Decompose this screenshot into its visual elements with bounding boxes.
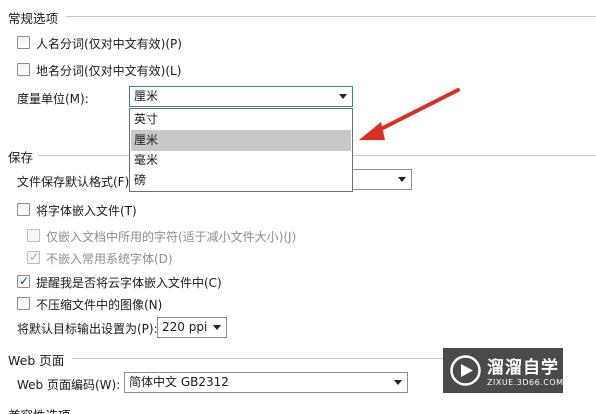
section-divider: [66, 16, 596, 17]
no-compress-images-checkbox[interactable]: [17, 297, 30, 310]
dropdown-option-mm[interactable]: 毫米: [131, 150, 351, 171]
only-used-chars-checkbox[interactable]: [27, 229, 40, 242]
web-encoding-value: 简体中文 GB2312: [129, 375, 229, 389]
person-name-checkbox[interactable]: [17, 36, 30, 49]
unit-select-value: 厘米: [134, 89, 159, 103]
place-name-label[interactable]: 地名分词(仅对中文有效)(L): [36, 62, 181, 79]
remind-cloud-fonts-checkbox[interactable]: ✓: [17, 274, 30, 288]
chevron-down-icon[interactable]: [339, 94, 347, 99]
section-title-general: 常规选项: [8, 11, 59, 26]
section-divider: [72, 358, 443, 359]
remind-cloud-fonts-label[interactable]: 提醒我是否将云字体嵌入文件中(C): [36, 274, 222, 291]
only-used-chars-label[interactable]: 仅嵌入文档中所用的字符(适于减小文件大小)(J): [46, 228, 296, 245]
play-logo-icon: [450, 355, 481, 386]
target-output-label: 将默认目标输出设置为(P):: [17, 322, 158, 336]
watermark-brand: 溜溜自学: [487, 358, 559, 378]
person-name-label[interactable]: 人名分词(仅对中文有效)(P): [36, 35, 182, 52]
target-output-value: 220 ppi: [162, 320, 208, 334]
checkmark-icon: ✓: [29, 250, 40, 264]
chevron-down-icon[interactable]: [394, 380, 402, 385]
no-common-fonts-label[interactable]: 不嵌入常用系统字体(D): [46, 250, 173, 267]
red-arrow-annotation: [359, 88, 460, 140]
section-title-save: 保存: [8, 150, 34, 165]
chevron-down-icon[interactable]: [398, 177, 406, 182]
checkmark-icon: ✓: [19, 274, 30, 288]
embed-fonts-checkbox[interactable]: [17, 203, 30, 216]
unit-label: 度量单位(M):: [17, 92, 89, 106]
no-compress-images-label[interactable]: 不压缩文件中的图像(N): [36, 296, 162, 313]
watermark-url: ZIXUE.3D66.COM: [487, 378, 564, 387]
section-title-compat: 兼容性选项: [8, 405, 71, 414]
embed-fonts-label[interactable]: 将字体嵌入文件(T): [36, 202, 137, 219]
target-output-select[interactable]: 220 ppi: [157, 317, 227, 338]
no-common-fonts-checkbox[interactable]: ✓: [27, 250, 40, 264]
unit-select[interactable]: 厘米: [129, 86, 353, 107]
section-title-web: Web 页面: [8, 353, 65, 368]
section-divider: [353, 155, 596, 156]
dropdown-option-inch[interactable]: 英寸: [131, 109, 351, 130]
section-divider: [38, 155, 129, 156]
dropdown-option-pound[interactable]: 磅: [131, 170, 351, 191]
chevron-down-icon[interactable]: [213, 325, 221, 330]
unit-dropdown-list[interactable]: 英寸 厘米 毫米 磅: [129, 108, 353, 192]
web-encoding-label: Web 页面编码(W):: [17, 378, 121, 392]
web-encoding-select[interactable]: 简体中文 GB2312: [124, 372, 408, 393]
save-format-label: 文件保存默认格式(F):: [17, 175, 134, 189]
dropdown-option-cm[interactable]: 厘米: [131, 130, 351, 151]
watermark-logo: 溜溜自学 ZIXUE.3D66.COM: [443, 348, 563, 393]
place-name-checkbox[interactable]: [17, 63, 30, 76]
